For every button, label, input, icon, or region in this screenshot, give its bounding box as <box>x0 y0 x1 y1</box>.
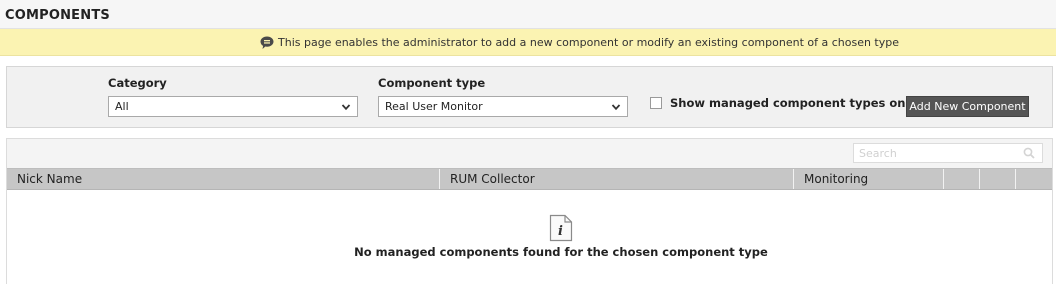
column-header-action-3 <box>1016 169 1052 189</box>
column-header-action-2 <box>980 169 1015 189</box>
banner-text: This page enables the administrator to a… <box>278 36 900 49</box>
search-box[interactable] <box>853 143 1043 163</box>
component-type-select[interactable]: Real User Monitor <box>378 96 628 117</box>
category-select-value: All <box>115 100 129 113</box>
show-managed-checkbox[interactable] <box>650 97 662 109</box>
column-header-action-1 <box>944 169 979 189</box>
category-label: Category <box>108 76 167 90</box>
add-new-component-button[interactable]: Add New Component <box>906 96 1029 117</box>
show-managed-label[interactable]: Show managed component types only <box>670 96 917 110</box>
page-title: COMPONENTS <box>5 8 110 23</box>
component-type-label: Component type <box>378 76 486 90</box>
search-input[interactable] <box>854 144 1024 162</box>
speech-bubble-icon <box>260 36 274 49</box>
info-document-icon: i <box>549 214 573 242</box>
component-type-select-value: Real User Monitor <box>385 100 483 113</box>
info-banner: This page enables the administrator to a… <box>0 29 1056 56</box>
column-header-monitoring[interactable]: Monitoring <box>794 169 943 189</box>
page-header: COMPONENTS <box>0 0 1056 29</box>
category-select[interactable]: All <box>108 96 358 117</box>
svg-text:i: i <box>558 224 563 239</box>
table-body <box>7 190 1052 284</box>
chevron-down-icon <box>341 104 351 111</box>
search-icon[interactable] <box>1023 147 1035 159</box>
chevron-down-icon <box>611 104 621 111</box>
column-header-rum-collector[interactable]: RUM Collector <box>440 169 794 189</box>
column-header-nick-name[interactable]: Nick Name <box>7 169 440 189</box>
empty-state-message: No managed components found for the chos… <box>354 245 768 259</box>
table-header: Nick Name RUM Collector Monitoring <box>7 168 1052 190</box>
